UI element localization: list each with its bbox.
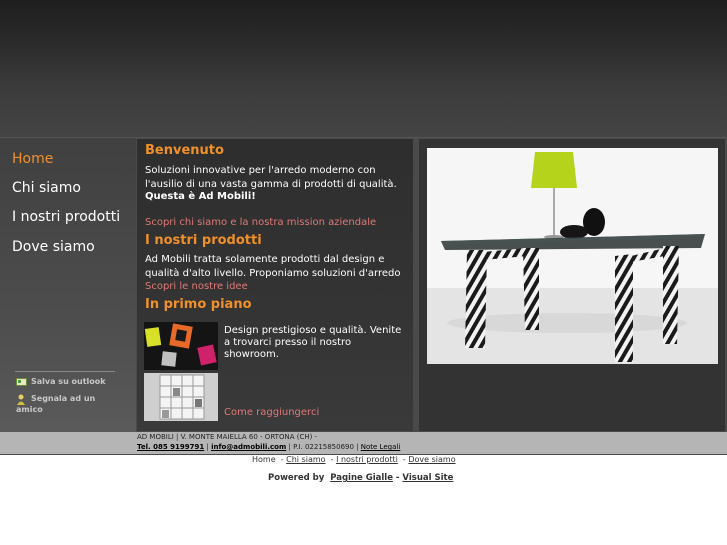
welcome-link[interactable]: Scopri chi siamo e la nostra mission azi… <box>145 217 376 228</box>
featured-thumb-chairs[interactable] <box>144 322 218 370</box>
bookmark-link[interactable]: Salva su outlook <box>16 376 106 387</box>
footer-link-dove-siamo[interactable]: Dove siamo <box>408 455 455 464</box>
bookmark-icon <box>16 377 27 387</box>
featured-thumb-shelf[interactable] <box>144 373 218 421</box>
footer-contacts: Tel. 085 9199791 | info@admobili.com | P… <box>137 443 400 451</box>
page: Home Chi siamo I nostri prodotti Dove si… <box>0 0 727 545</box>
nav-prodotti[interactable]: I nostri prodotti <box>12 209 120 225</box>
share-label: Segnala ad un amico <box>16 394 96 414</box>
pagine-gialle-link[interactable]: Pagine Gialle <box>330 473 393 483</box>
footer-address: AD MOBILI | V. MONTE MAIELLA 60 - ORTONA… <box>137 433 318 441</box>
featured-text: Design prestigioso e qualità. Venite a t… <box>224 325 402 360</box>
nav-chi-siamo[interactable]: Chi siamo <box>12 180 81 196</box>
featured-title: In primo piano <box>145 297 252 312</box>
visual-site-link[interactable]: Visual Site <box>402 473 453 483</box>
vat-number: | P.I. 02215850690 | <box>288 443 359 451</box>
powered-by: Powered by Pagine Gialle - Visual Site <box>268 473 454 483</box>
email-link[interactable]: info@admobili.com <box>211 443 286 451</box>
products-title: I nostri prodotti <box>145 233 262 248</box>
welcome-tagline: Questa è Ad Mobili! <box>145 191 256 202</box>
footer-link-prodotti[interactable]: I nostri prodotti <box>336 455 398 464</box>
products-link[interactable]: Scopri le nostre idee <box>145 281 248 292</box>
welcome-title: Benvenuto <box>145 143 224 158</box>
nav-divider <box>15 371 115 372</box>
separator: | <box>206 443 209 451</box>
share-link[interactable]: Segnala ad un amico <box>16 393 116 415</box>
powered-prefix: Powered by <box>268 473 325 483</box>
header-banner <box>0 0 727 138</box>
products-text: Ad Mobili tratta solamente prodotti dal … <box>145 254 401 279</box>
bookmark-label: Salva su outlook <box>31 377 106 386</box>
share-icon <box>16 394 27 405</box>
legal-link[interactable]: Note Legali <box>361 443 401 451</box>
footer-nav: Home - Chi siamo - I nostri prodotti - D… <box>252 455 456 464</box>
phone-link[interactable]: Tel. 085 9199791 <box>137 443 204 451</box>
footer-link-home[interactable]: Home <box>252 455 276 464</box>
welcome-text: Soluzioni innovative per l'arredo modern… <box>145 165 397 190</box>
featured-link[interactable]: Come raggiungerci <box>224 407 319 418</box>
hero-photo-table <box>427 148 718 364</box>
nav-dove-siamo[interactable]: Dove siamo <box>12 239 95 255</box>
nav-home[interactable]: Home <box>12 151 53 167</box>
footer-link-chi-siamo[interactable]: Chi siamo <box>286 455 325 464</box>
